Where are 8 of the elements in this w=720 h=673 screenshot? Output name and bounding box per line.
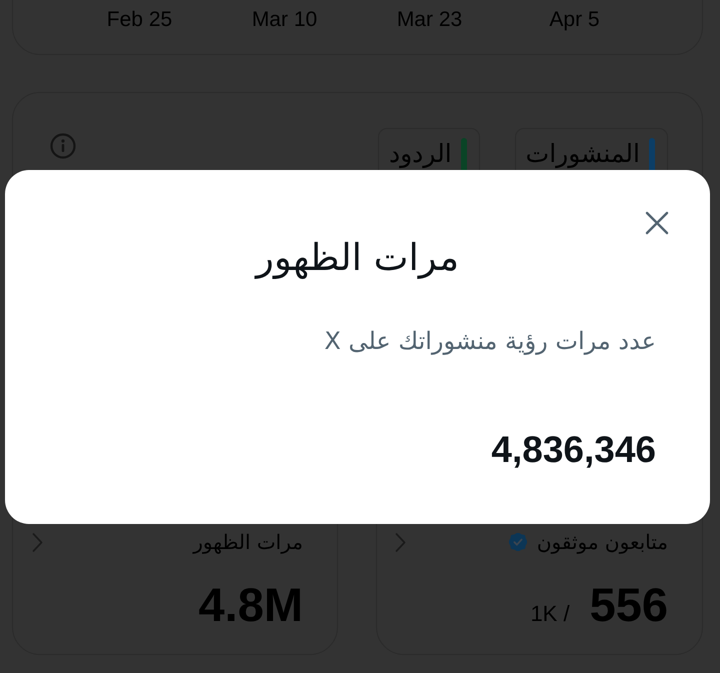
chevron-icon (394, 532, 407, 552)
close-button[interactable] (644, 210, 670, 236)
dialog-description: عدد مرات رؤية منشوراتك على X (324, 326, 656, 357)
dialog-value: 4,836,346 (491, 428, 656, 472)
verified-badge-icon (508, 533, 527, 551)
chevron-icon (31, 532, 44, 552)
dialog-title: مرات الظهور (256, 236, 460, 280)
close-icon (645, 211, 669, 235)
